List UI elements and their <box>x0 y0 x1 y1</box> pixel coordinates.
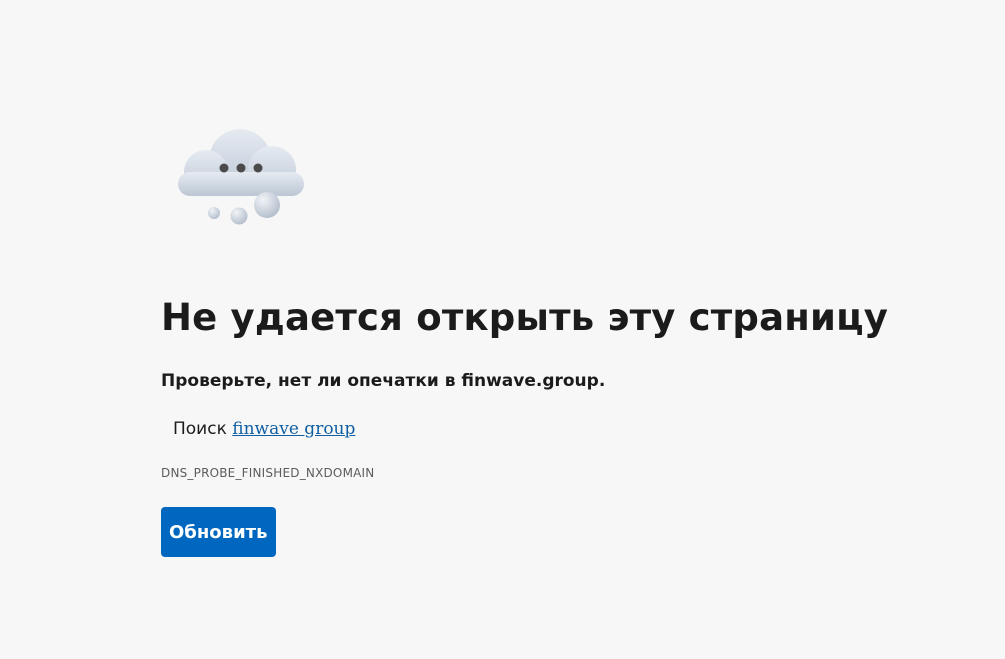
search-prefix: Поиск <box>173 419 227 439</box>
page-title: Не удается открыть эту страницу <box>161 296 889 339</box>
error-code: DNS_PROBE_FINISHED_NXDOMAIN <box>161 466 375 480</box>
refresh-button[interactable]: Обновить <box>161 507 276 557</box>
error-subtitle: Проверьте, нет ли опечатки в finwave.gro… <box>161 371 606 391</box>
cloud-dots-icon <box>170 122 312 232</box>
error-content: Не удается открыть эту страницу Проверьт… <box>161 290 961 557</box>
search-link[interactable]: finwave group <box>232 419 355 439</box>
search-suggestion: Поиск finwave group <box>173 416 961 442</box>
